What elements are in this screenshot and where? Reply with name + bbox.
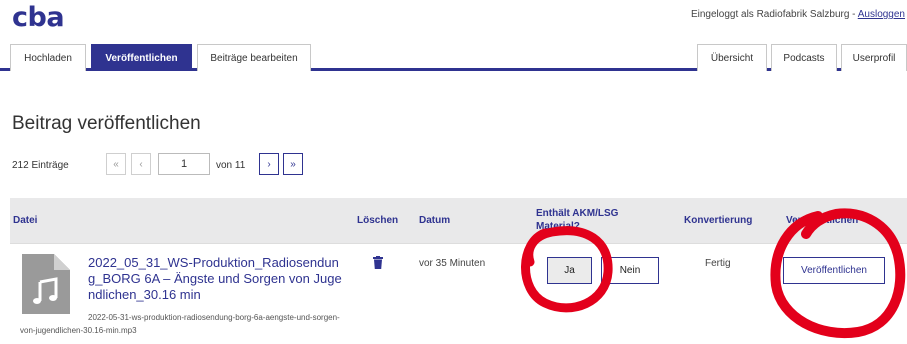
login-status: Eingeloggt als Radiofabrik Salzburg - Au…: [691, 9, 905, 20]
tab-podcasts[interactable]: Podcasts: [771, 44, 837, 71]
file-title-link[interactable]: 2022_05_31_WS-Produktion_Radiosendung_BO…: [88, 255, 346, 303]
login-text: Eingeloggt als Radiofabrik Salzburg -: [690, 9, 858, 20]
publish-button[interactable]: Veröffentlichen: [783, 257, 885, 284]
table-divider: [10, 243, 907, 244]
entries-count: 212 Einträge: [12, 160, 69, 171]
prev-page-button[interactable]: ‹: [131, 153, 151, 175]
cba-logo[interactable]: cba: [12, 2, 65, 33]
table-header: Datei Löschen Datum Enthält AKM/LSG Mate…: [10, 198, 907, 243]
upload-date: vor 35 Minuten: [419, 258, 486, 269]
tab-hochladen[interactable]: Hochladen: [10, 44, 86, 71]
tab-beitraege-bearbeiten[interactable]: Beiträge bearbeiten: [197, 44, 311, 71]
audio-file-icon: [22, 254, 70, 314]
page-number-input[interactable]: [158, 153, 210, 175]
file-name: 2022-05-31-ws-produktion-radiosendung-bo…: [20, 313, 340, 335]
akm-yes-button[interactable]: Ja: [547, 257, 592, 284]
tab-userprofil[interactable]: Userprofil: [841, 44, 907, 71]
conversion-status: Fertig: [705, 258, 731, 269]
column-konvertierung: Konvertierung: [684, 215, 753, 226]
column-veroeffentlichen: Veröffentlichen: [786, 215, 859, 226]
main-nav: Hochladen Veröffentlichen Beiträge bearb…: [0, 42, 907, 71]
page-total-label: von 11: [216, 160, 246, 171]
column-akm-material: Enthält AKM/LSG Material?: [536, 208, 619, 232]
logout-link[interactable]: Ausloggen: [858, 9, 905, 20]
first-page-button[interactable]: «: [106, 153, 126, 175]
tab-veroeffentlichen[interactable]: Veröffentlichen: [91, 44, 192, 71]
column-loeschen: Löschen: [357, 215, 399, 226]
trash-icon[interactable]: [373, 256, 383, 269]
next-page-button[interactable]: ›: [259, 153, 279, 175]
page-title: Beitrag veröffentlichen: [12, 113, 201, 134]
column-datum: Datum: [419, 215, 451, 226]
tab-uebersicht[interactable]: Übersicht: [697, 44, 767, 71]
last-page-button[interactable]: »: [283, 153, 303, 175]
akm-no-button[interactable]: Nein: [601, 257, 659, 284]
column-datei: Datei: [13, 215, 38, 226]
